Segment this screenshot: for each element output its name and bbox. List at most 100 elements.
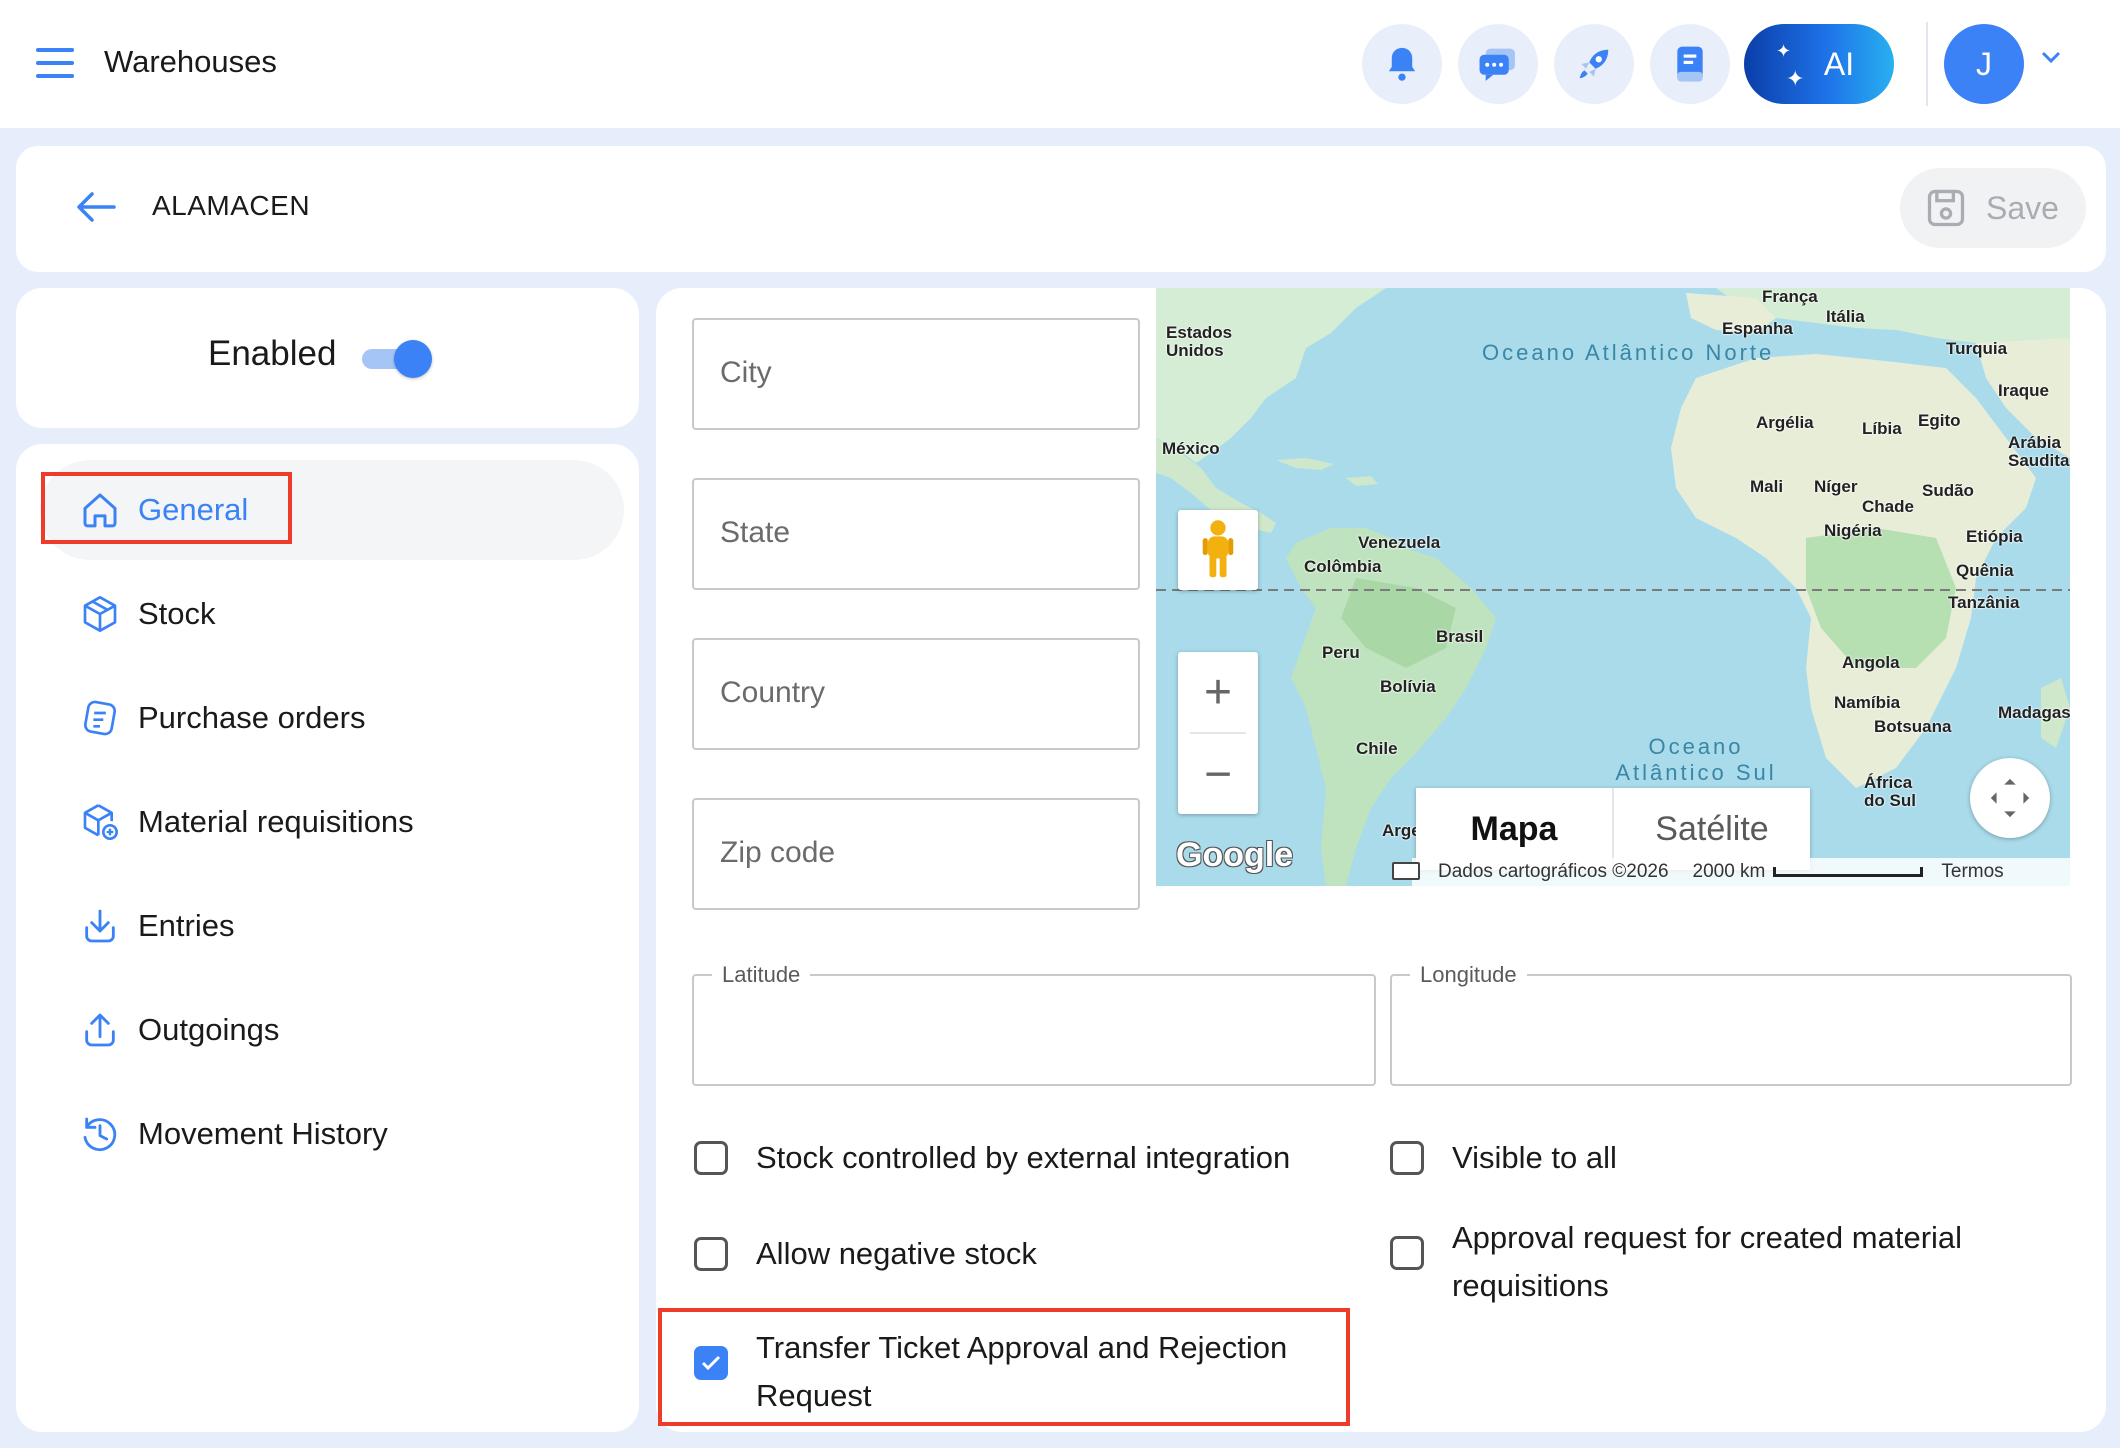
sidebar-item-movement-history[interactable]: Movement History	[40, 1084, 624, 1184]
notifications-button[interactable]	[1362, 24, 1442, 104]
approval-request-checkbox[interactable]	[1390, 1236, 1424, 1270]
zoom-in-button[interactable]: +	[1178, 652, 1258, 732]
map[interactable]: Oceano Atlântico Norte Oceano Atlântico …	[1156, 288, 2070, 886]
map-label: Madagas	[1998, 703, 2070, 722]
scale-bar	[1773, 867, 1924, 877]
map-label: Peru	[1322, 643, 1360, 662]
sidebar-item-outgoings[interactable]: Outgoings	[40, 980, 624, 1080]
sidebar-item-label: Purchase orders	[138, 700, 366, 735]
back-arrow-icon[interactable]	[74, 190, 118, 224]
map-label: Tanzânia	[1948, 593, 2020, 612]
approval-request-option[interactable]: Approval request for created material re…	[1390, 1214, 1990, 1310]
stock-external-checkbox[interactable]	[694, 1141, 728, 1175]
menu-icon[interactable]	[36, 48, 74, 78]
map-label: Nigéria	[1824, 521, 1882, 540]
map-label: Etiópia	[1966, 527, 2023, 546]
history-icon	[83, 1117, 117, 1151]
sidebar-item-label: Outgoings	[138, 1012, 280, 1047]
map-label: Botsuana	[1874, 717, 1952, 736]
chat-button[interactable]	[1458, 24, 1538, 104]
terms-link[interactable]: Termos	[1941, 861, 2003, 883]
sidebar-item-label: Movement History	[138, 1116, 388, 1151]
state-placeholder: State	[720, 516, 791, 549]
option-label: Approval request for created material re…	[1452, 1220, 1963, 1303]
map-label: África do Sul	[1864, 773, 1916, 810]
longitude-field[interactable]: Longitude	[1390, 962, 2072, 1086]
zip-code-field[interactable]: Zip code	[692, 798, 1140, 910]
stock-external-option[interactable]: Stock controlled by external integration	[694, 1134, 1354, 1182]
scale-text: 2000 km	[1692, 861, 1766, 882]
zoom-out-button[interactable]: −	[1178, 734, 1258, 814]
bell-icon	[1388, 47, 1416, 81]
fullscreen-icon	[1990, 778, 2030, 818]
map-attribution: Dados cartográficos ©2026 2000 km Termos	[1412, 858, 2070, 886]
fullscreen-button[interactable]	[1970, 758, 2050, 838]
app-title: Warehouses	[104, 44, 277, 79]
page-title: ALAMACEN	[152, 190, 311, 221]
enabled-toggle[interactable]	[356, 340, 432, 378]
launch-button[interactable]	[1554, 24, 1634, 104]
country-placeholder: Country	[720, 676, 826, 709]
map-label: Egito	[1918, 411, 1961, 430]
ocean-label: Oceano Atlântico Norte	[1482, 340, 1775, 365]
docs-button[interactable]	[1650, 24, 1730, 104]
map-label: França	[1762, 288, 1818, 306]
book-icon	[1677, 46, 1703, 82]
attribution-text: Dados cartográficos ©2026	[1438, 861, 1669, 882]
save-label: Save	[1986, 189, 2059, 226]
download-icon	[85, 909, 115, 943]
avatar[interactable]: J	[1944, 24, 2024, 104]
purchase-order-icon	[83, 700, 117, 736]
sidebar-item-stock[interactable]: Stock	[40, 564, 624, 664]
pegman-icon	[1202, 520, 1234, 578]
map-label: Argélia	[1756, 413, 1814, 432]
longitude-label: Longitude	[1410, 962, 1527, 988]
sparkle-icon: ✦	[1776, 41, 1792, 61]
zip-code-placeholder: Zip code	[720, 836, 836, 869]
map-label: Venezuela	[1358, 533, 1441, 552]
state-field[interactable]: State	[692, 478, 1140, 590]
visible-to-all-option[interactable]: Visible to all	[1390, 1134, 2030, 1182]
chevron-down-icon[interactable]	[2040, 50, 2062, 64]
map-label: Espanha	[1722, 319, 1793, 338]
allow-negative-option[interactable]: Allow negative stock	[694, 1230, 1354, 1278]
map-label: México	[1162, 439, 1220, 458]
map-label: Níger	[1814, 477, 1858, 496]
enabled-label: Enabled	[208, 334, 337, 373]
option-label: Visible to all	[1452, 1140, 1617, 1175]
allow-negative-checkbox[interactable]	[694, 1237, 728, 1271]
map-label: Turquia	[1946, 339, 2008, 358]
map-label: Mali	[1750, 477, 1784, 496]
sparkle-icon: ✦	[1786, 66, 1805, 91]
country-field[interactable]: Country	[692, 638, 1140, 750]
city-field[interactable]: City	[692, 318, 1140, 430]
material-requisition-icon	[83, 804, 118, 840]
latitude-field[interactable]: Latitude	[692, 962, 1376, 1086]
save-button[interactable]: Save	[1900, 168, 2086, 248]
sidebar-item-material-requisitions[interactable]: Material requisitions	[40, 772, 624, 872]
top-bar: Warehouses ✦ ✦ AI J	[0, 0, 2120, 128]
sidebar: General Stock Purchase orders Material r…	[16, 444, 639, 1432]
box-icon	[83, 596, 117, 632]
highlight-box	[41, 472, 292, 544]
map-label: Bolívia	[1380, 677, 1436, 696]
street-view-button[interactable]	[1178, 510, 1258, 590]
map-label: Namíbia	[1834, 693, 1901, 712]
option-label: Allow negative stock	[756, 1236, 1037, 1271]
map-label: Iraque	[1998, 381, 2050, 400]
sidebar-item-purchase-orders[interactable]: Purchase orders	[40, 668, 624, 768]
status-card: Enabled	[16, 288, 639, 428]
visible-to-all-checkbox[interactable]	[1390, 1141, 1424, 1175]
map-label: Líbia	[1862, 419, 1902, 438]
map-label: Itália	[1826, 307, 1865, 326]
chat-icon	[1479, 48, 1515, 81]
rocket-icon	[1579, 49, 1609, 79]
sidebar-item-label: Material requisitions	[138, 804, 414, 839]
keyboard-icon[interactable]	[1392, 862, 1420, 880]
divider	[1926, 22, 1928, 106]
highlight-box	[658, 1308, 1350, 1426]
upload-icon	[85, 1013, 115, 1047]
ai-button[interactable]: ✦ ✦ AI	[1744, 24, 1894, 104]
sidebar-item-entries[interactable]: Entries	[40, 876, 624, 976]
google-logo: Google	[1176, 836, 1294, 874]
